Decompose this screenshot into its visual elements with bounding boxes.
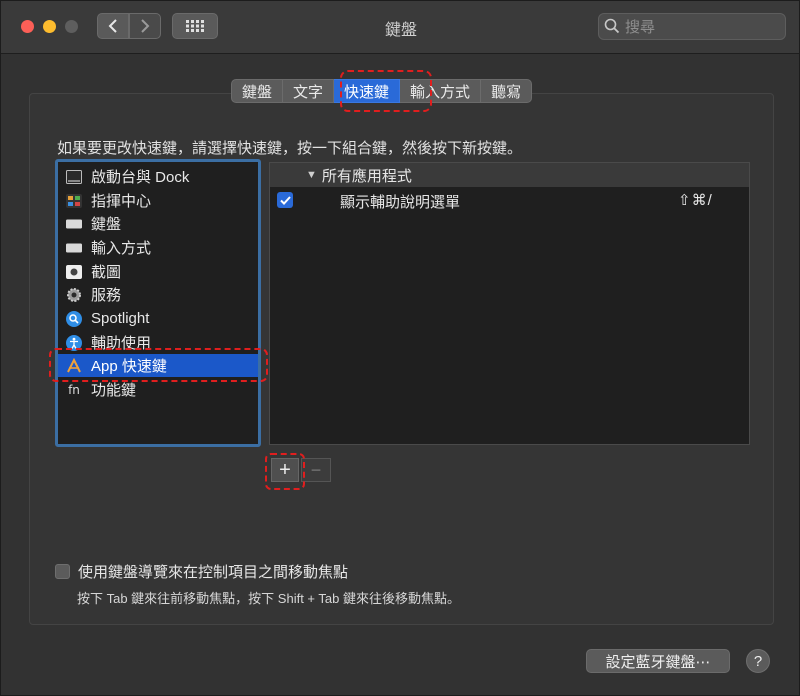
tab-dictation[interactable]: 聽寫 — [481, 79, 533, 103]
spotlight-icon — [66, 310, 82, 327]
category-label: 鍵盤 — [91, 216, 122, 233]
highlight-annotation-add-button — [265, 453, 305, 490]
instruction-text: 如果要更改快速鍵，請選擇快速鍵，按一下組合鍵，然後按下新按鍵。 — [57, 140, 523, 157]
category-item-keyboard[interactable]: 鍵盤 — [58, 212, 258, 235]
shortcut-label: 顯示輔助說明選單 — [340, 194, 461, 211]
keyboard-navigation-hint: 按下 Tab 鍵來往前移動焦點，按下 Shift + Tab 鍵來往後移動焦點。 — [77, 591, 460, 606]
checkmark-icon — [279, 195, 291, 205]
keyboard-icon — [66, 216, 82, 232]
minimize-button[interactable] — [43, 20, 56, 33]
search-icon — [604, 18, 620, 34]
category-label: 啟動台與 Dock — [91, 169, 190, 186]
gear-icon — [66, 287, 82, 303]
highlight-annotation-app-shortcuts — [49, 348, 268, 382]
grid-icon — [186, 20, 204, 32]
category-label: 功能鍵 — [91, 382, 137, 399]
keyboard-navigation-checkbox[interactable] — [55, 564, 70, 579]
show-all-button[interactable] — [172, 13, 218, 39]
mission-control-icon — [66, 193, 82, 209]
category-label: 指揮中心 — [91, 193, 152, 210]
zoom-button[interactable] — [65, 20, 78, 33]
category-item-mission-control[interactable]: 指揮中心 — [58, 189, 258, 212]
category-item-spotlight[interactable]: Spotlight — [58, 307, 258, 330]
category-item-services[interactable]: 服務 — [58, 283, 258, 306]
input-sources-icon — [66, 240, 82, 256]
title-bar: 鍵盤 — [1, 1, 799, 54]
group-label: 所有應用程式 — [321, 167, 412, 185]
forward-button[interactable] — [129, 13, 161, 39]
highlight-annotation-tab — [340, 70, 432, 112]
category-item-launchpad-dock[interactable]: 啟動台與 Dock — [58, 165, 258, 188]
minus-icon: − — [310, 460, 322, 480]
category-list[interactable]: 啟動台與 Dock 指揮中心 鍵盤 輸入方式 截圖 服務 Spotlight 輔… — [55, 159, 261, 447]
help-button[interactable]: ? — [746, 649, 770, 673]
keyboard-navigation-label: 使用鍵盤導覽來在控制項目之間移動焦點 — [78, 564, 349, 581]
shortcut-keys[interactable]: ⇧⌘/ — [678, 191, 713, 209]
category-label: 輸入方式 — [91, 240, 152, 257]
group-row-all-applications[interactable]: ▼ 所有應用程式 — [270, 163, 749, 187]
setup-bluetooth-keyboard-button[interactable]: 設定藍牙鍵盤⋯ — [586, 649, 730, 673]
category-label: Spotlight — [91, 310, 150, 327]
disclosure-triangle-icon[interactable]: ▼ — [306, 169, 317, 181]
category-label: 截圖 — [91, 264, 122, 281]
back-button[interactable] — [97, 13, 129, 39]
search-field[interactable] — [598, 13, 786, 40]
search-input[interactable] — [623, 16, 782, 39]
tab-text[interactable]: 文字 — [283, 79, 335, 103]
keyboard-preferences-window: 鍵盤 鍵盤 文字 快速鍵 輸入方式 聽寫 如果要更改快速鍵，請選擇快速鍵，按一下… — [0, 0, 800, 696]
chevron-left-icon — [108, 19, 117, 33]
shortcut-enabled-checkbox[interactable] — [277, 192, 293, 208]
close-button[interactable] — [21, 20, 34, 33]
remove-shortcut-button[interactable]: − — [301, 458, 331, 482]
shortcut-row[interactable]: 顯示輔助說明選單 ⇧⌘/ — [270, 188, 749, 212]
category-item-input-sources[interactable]: 輸入方式 — [58, 236, 258, 259]
fn-icon: fn — [68, 382, 80, 397]
category-label: 服務 — [91, 287, 122, 304]
category-item-screenshots[interactable]: 截圖 — [58, 260, 258, 283]
keyboard-navigation-option[interactable]: 使用鍵盤導覽來在控制項目之間移動焦點 — [55, 561, 348, 582]
chevron-right-icon — [141, 19, 150, 33]
launchpad-dock-icon — [66, 169, 82, 185]
screenshot-icon — [66, 264, 82, 280]
window-title: 鍵盤 — [384, 22, 417, 39]
shortcut-table[interactable]: ▼ 所有應用程式 顯示輔助說明選單 ⇧⌘/ — [269, 162, 750, 445]
tab-keyboard[interactable]: 鍵盤 — [231, 79, 284, 103]
